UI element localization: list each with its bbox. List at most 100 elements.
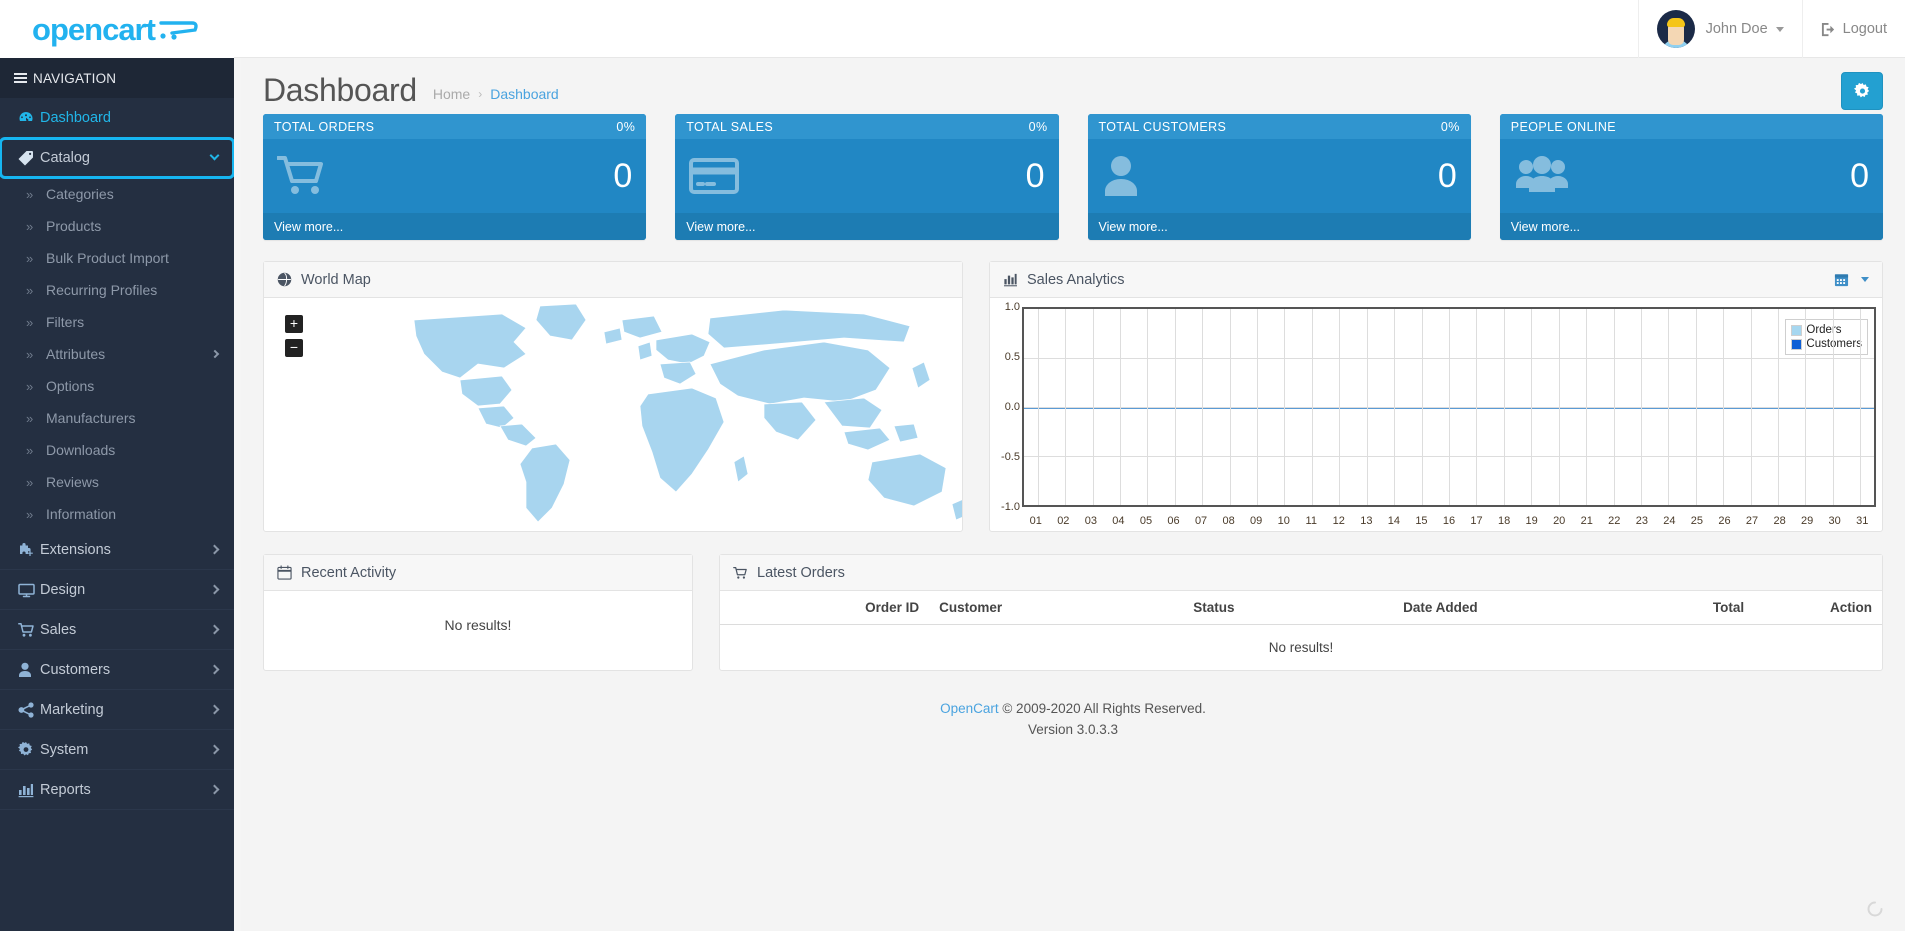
card-view-more-link[interactable]: View more... xyxy=(263,213,647,240)
brand-logo[interactable]: opencart xyxy=(0,0,234,58)
sidebar-item-sales[interactable]: Sales xyxy=(0,610,234,650)
chart-xtick-label: 31 xyxy=(1856,515,1869,527)
sidebar-item-customers[interactable]: Customers xyxy=(0,650,234,690)
world-map-canvas[interactable]: + − xyxy=(264,298,962,531)
panel-title: Latest Orders xyxy=(757,564,845,581)
panel-header: Latest Orders xyxy=(720,555,1882,591)
logo-text: opencart xyxy=(32,11,156,47)
sidebar-item-design[interactable]: Design xyxy=(0,570,234,610)
card-title: PEOPLE ONLINE xyxy=(1510,119,1616,134)
sidebar-subitem-options[interactable]: » Options xyxy=(0,370,234,402)
recent-activity-panel: Recent Activity No results! xyxy=(263,554,693,671)
chart-xtick-label: 30 xyxy=(1828,515,1841,527)
latest-orders-empty-text: No results! xyxy=(1268,640,1334,655)
map-zoom-in-button[interactable]: + xyxy=(285,315,303,333)
sidebar-item-marketing[interactable]: Marketing xyxy=(0,690,234,730)
card-title: TOTAL ORDERS xyxy=(274,119,375,134)
sidebar-item-catalog[interactable]: Catalog xyxy=(0,137,234,179)
table-row: No results! xyxy=(720,625,1882,671)
sidebar-subitem-information[interactable]: » Information xyxy=(0,498,234,530)
column-header-total: Total xyxy=(1568,591,1755,625)
sales-analytics-chart: Orders Customers 01 02 03 04 05 06 07 08 09 10 11 1… xyxy=(990,298,1882,531)
settings-gear-button[interactable] xyxy=(1841,72,1883,110)
chart-xtick-label: 29 xyxy=(1801,515,1814,527)
page-title: Dashboard xyxy=(263,71,417,108)
chart-xtick-label: 21 xyxy=(1580,515,1593,527)
user-menu-button[interactable]: John Doe xyxy=(1637,0,1802,58)
card-header: TOTAL CUSTOMERS 0% xyxy=(1087,114,1471,139)
sidebar-subitem-manufacturers[interactable]: » Manufacturers xyxy=(0,402,234,434)
sidebar-subitem-products[interactable]: » Products xyxy=(0,210,234,242)
chart-xtick-label: 27 xyxy=(1745,515,1759,527)
sidebar-subitem-label: Filters xyxy=(46,314,85,330)
sidebar-subitem-attributes[interactable]: » Attributes xyxy=(0,338,234,370)
chart-xtick-label: 08 xyxy=(1222,515,1235,527)
breadcrumb-home[interactable]: Home xyxy=(433,86,470,102)
double-chevron-icon: » xyxy=(26,186,34,202)
chart-ytick-label: -1.0 xyxy=(1001,501,1020,513)
card-view-more-link[interactable]: View more... xyxy=(1499,213,1883,240)
sidebar-subitem-reviews[interactable]: » Reviews xyxy=(0,466,234,498)
sidebar-subitem-bulk-product-import[interactable]: » Bulk Product Import xyxy=(0,242,234,274)
breadcrumb: Home › Dashboard xyxy=(433,86,559,102)
calendar-icon xyxy=(1834,272,1849,287)
avatar xyxy=(1656,10,1695,48)
map-zoom-out-button[interactable]: − xyxy=(285,339,303,357)
sidebar-item-label: Design xyxy=(40,581,86,598)
sidebar-subitem-label: Attributes xyxy=(46,346,106,362)
gear-icon xyxy=(18,741,40,758)
sidebar-item-dashboard[interactable]: Dashboard xyxy=(0,98,234,138)
sidebar-item-system[interactable]: System xyxy=(0,730,234,770)
chart-xtick-label: 26 xyxy=(1718,515,1731,527)
chart-xtick-label: 13 xyxy=(1360,515,1373,527)
chevron-down-icon xyxy=(1775,26,1784,32)
calendar-icon xyxy=(277,565,292,580)
chart-xtick-label: 23 xyxy=(1635,515,1648,527)
footer-copyright: © 2009-2020 All Rights Reserved. xyxy=(1002,701,1206,716)
sidebar-item-reports[interactable]: Reports xyxy=(0,770,234,810)
stat-card-people-online: PEOPLE ONLINE 0 View more... xyxy=(1499,114,1883,240)
chart-xtick-label: 12 xyxy=(1332,515,1345,527)
cart-icon xyxy=(733,566,748,580)
card-percent: 0% xyxy=(1028,119,1048,134)
stat-card-total-customers: TOTAL CUSTOMERS 0% 0 View more... xyxy=(1087,114,1471,240)
panel-title: Recent Activity xyxy=(301,564,397,581)
card-view-more-link[interactable]: View more... xyxy=(675,213,1059,240)
latest-orders-table: Order ID Customer Status Date Added Tota… xyxy=(720,591,1882,670)
sidebar-subitem-recurring-profiles[interactable]: » Recurring Profiles xyxy=(0,274,234,306)
bar-chart-icon xyxy=(18,782,40,798)
stat-card-total-sales: TOTAL SALES 0% 0 View more... xyxy=(675,114,1059,240)
chart-xtick-label: 15 xyxy=(1415,515,1428,527)
sidebar-item-label: Extensions xyxy=(40,541,111,558)
double-chevron-icon: » xyxy=(26,314,34,330)
chart-xtick-label: 01 xyxy=(1029,515,1042,527)
chart-xtick-label: 04 xyxy=(1112,515,1125,527)
footer-version: Version 3.0.3.3 xyxy=(1027,721,1119,737)
recent-activity-empty-text: No results! xyxy=(444,617,512,633)
chart-xtick-label: 19 xyxy=(1525,515,1538,527)
legend-entry-customers: Customers xyxy=(1791,337,1862,351)
breadcrumb-separator: › xyxy=(478,87,483,101)
opencart-link[interactable]: OpenCart xyxy=(940,701,999,716)
chevron-right-icon xyxy=(209,664,220,675)
card-value: 0 xyxy=(613,157,633,195)
share-icon xyxy=(18,701,40,718)
shopping-cart-icon xyxy=(277,155,325,197)
card-percent: 0% xyxy=(1440,119,1460,134)
sidebar-subitem-downloads[interactable]: » Downloads xyxy=(0,434,234,466)
chart-ytick-label: 0.5 xyxy=(1004,351,1020,363)
sidebar-subitem-categories[interactable]: » Categories xyxy=(0,178,234,210)
chart-xtick-label: 03 xyxy=(1084,515,1097,527)
chart-range-dropdown[interactable] xyxy=(1834,272,1869,287)
panel-body: Order ID Customer Status Date Added Tota… xyxy=(720,591,1882,670)
legend-label: Customers xyxy=(1806,338,1862,350)
user-icon xyxy=(18,662,40,678)
card-view-more-link[interactable]: View more... xyxy=(1087,213,1471,240)
logout-button[interactable]: Logout xyxy=(1801,0,1905,58)
chevron-down-icon xyxy=(1861,277,1869,282)
sidebar-subitem-filters[interactable]: » Filters xyxy=(0,306,234,338)
sidebar-item-extensions[interactable]: Extensions xyxy=(0,530,234,570)
legend-swatch xyxy=(1791,324,1803,336)
chevron-right-icon xyxy=(209,544,220,555)
breadcrumb-dashboard[interactable]: Dashboard xyxy=(490,86,559,102)
